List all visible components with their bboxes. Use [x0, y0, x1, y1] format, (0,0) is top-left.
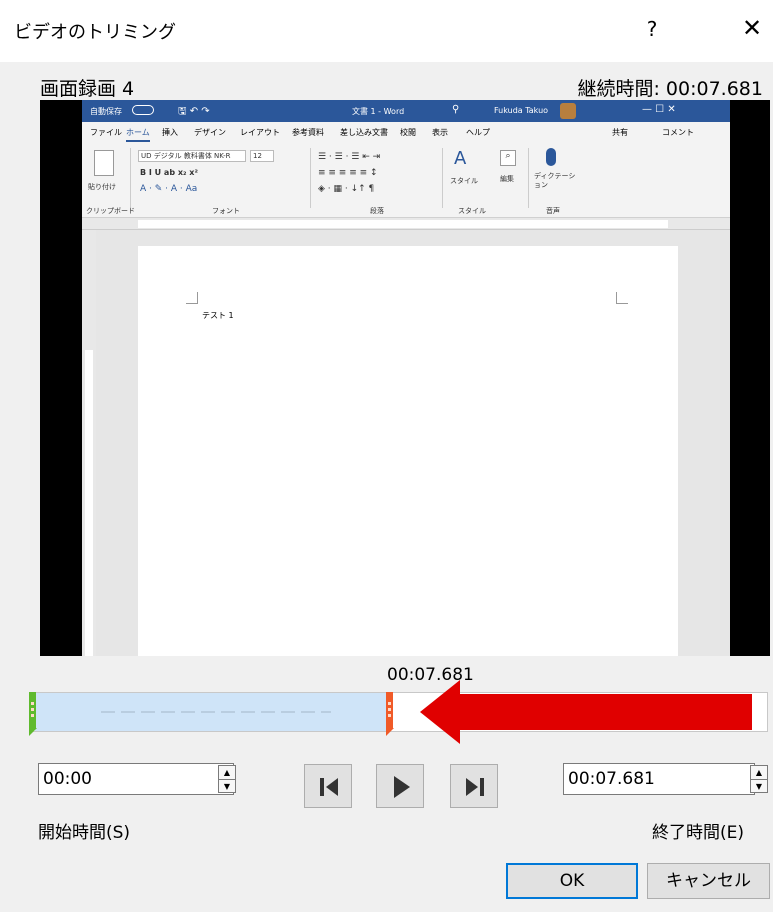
margin-corner	[186, 292, 198, 304]
word-titlebar: 自動保存 🖫 ↶ ↷ 文書 1 - Word ⚲ Fukuda Takuo — …	[82, 100, 730, 122]
dialog-titlebar: ビデオのトリミング ? ✕	[0, 0, 773, 62]
spin-up-icon[interactable]: ▲	[219, 766, 235, 779]
dialog-title: ビデオのトリミング	[14, 22, 176, 43]
cancel-button[interactable]: キャンセル	[647, 863, 770, 899]
end-trim-handle[interactable]	[386, 692, 396, 736]
start-time-label: 開始時間(S)	[38, 823, 131, 843]
autosave-toggle	[132, 105, 154, 115]
word-ruler-area	[138, 220, 668, 228]
paste-icon	[94, 150, 114, 176]
word-tab: ファイル	[90, 128, 122, 137]
word-tab: 表示	[432, 128, 448, 137]
word-window-icons: — ☐ ✕	[642, 104, 676, 115]
word-paragraph-icons: ☰ · ☰ · ☰ ⇤ ⇥	[318, 152, 381, 162]
word-vertical-ruler-area	[85, 350, 93, 656]
start-time-spinner[interactable]: ▲ ▼	[218, 765, 236, 793]
word-autosave: 自動保存	[90, 107, 122, 116]
play-icon	[394, 776, 410, 798]
close-icon[interactable]: ✕	[738, 14, 766, 42]
end-time-field[interactable]: 00:07.681	[563, 763, 755, 795]
word-group-label: フォント	[212, 207, 240, 215]
word-style-icon: A	[454, 148, 467, 169]
end-time-label: 終了時間(E)	[652, 823, 745, 843]
word-ribbon: 貼り付け UD デジタル 教科書体 NK-R 12 B I U ab x₂ x²…	[82, 142, 730, 218]
word-page: テスト 1	[138, 246, 678, 656]
word-align-icons: ≡ ≡ ≡ ≡ ≡ ↕	[318, 168, 378, 178]
word-avatar	[560, 103, 576, 119]
word-comment: コメント	[662, 128, 694, 137]
video-name: 画面録画 4	[40, 78, 135, 100]
word-font-color-icons: A · ✎ · A · Aa	[140, 184, 198, 194]
previous-frame-button[interactable]	[304, 764, 352, 808]
word-font-buttons: B I U ab x₂ x²	[140, 168, 198, 177]
word-tab: 校閲	[400, 128, 416, 137]
word-group-label: クリップボード	[86, 207, 135, 215]
start-time-field[interactable]: 00:00	[38, 763, 234, 795]
word-vertical-ruler	[82, 230, 96, 656]
duration-label: 継続時間: 00:07.681	[577, 78, 763, 100]
word-font-size: 12	[250, 150, 274, 162]
word-tab: 挿入	[162, 128, 178, 137]
word-font-name: UD デジタル 教科書体 NK-R	[138, 150, 246, 162]
ok-button[interactable]: OK	[506, 863, 638, 899]
word-group-label: 段落	[370, 207, 384, 215]
ribbon-separator	[310, 148, 311, 208]
word-search-icon: ⚲	[452, 104, 460, 115]
word-paste-label: 貼り付け	[88, 183, 116, 191]
help-button[interactable]: ?	[640, 17, 664, 41]
margin-corner	[616, 292, 628, 304]
word-edit-label: 編集	[500, 175, 514, 183]
word-shading-icons: ◈ · ▦ · ↓↑ ¶	[318, 184, 375, 194]
word-tab: ヘルプ	[466, 128, 490, 137]
play-button[interactable]	[376, 764, 424, 808]
word-screenshot: 自動保存 🖫 ↶ ↷ 文書 1 - Word ⚲ Fukuda Takuo — …	[82, 100, 730, 656]
word-tab: ホーム	[126, 127, 150, 142]
spin-down-icon[interactable]: ▼	[751, 779, 767, 792]
word-tab: 差し込み文書	[340, 128, 388, 137]
end-time-spinner[interactable]: ▲ ▼	[750, 765, 768, 793]
word-doc-title: 文書 1 - Word	[352, 107, 405, 116]
ribbon-separator	[442, 148, 443, 208]
spin-down-icon[interactable]: ▼	[219, 779, 235, 792]
spin-up-icon[interactable]: ▲	[751, 766, 767, 779]
start-time-value: 00:00	[43, 769, 92, 789]
start-trim-handle[interactable]	[29, 692, 39, 736]
word-dictate-label: ディクテーション	[534, 172, 576, 189]
end-time-value: 00:07.681	[568, 769, 655, 789]
word-mic-icon	[546, 148, 556, 166]
word-style-label: スタイル	[450, 177, 478, 185]
red-arrow-icon	[420, 680, 752, 744]
word-tab: デザイン	[194, 128, 226, 137]
word-user: Fukuda Takuo	[494, 106, 549, 115]
next-frame-icon	[466, 778, 484, 796]
word-ruler	[82, 218, 730, 230]
audio-waveform	[101, 711, 331, 713]
word-group-label: スタイル	[458, 207, 486, 215]
word-find-icon: ⌕	[500, 150, 516, 166]
word-qat-icons: 🖫 ↶ ↷	[178, 106, 210, 117]
ribbon-separator	[528, 148, 529, 208]
word-share: 共有	[612, 128, 628, 137]
video-preview[interactable]: 自動保存 🖫 ↶ ↷ 文書 1 - Word ⚲ Fukuda Takuo — …	[40, 100, 770, 656]
word-body-text: テスト 1	[202, 311, 234, 320]
ribbon-separator	[130, 148, 131, 208]
word-ribbon-tabs: ファイル ホーム 挿入 デザイン レイアウト 参考資料 差し込み文書 校閲 表示…	[82, 122, 730, 142]
previous-frame-icon	[320, 778, 338, 796]
word-tab: レイアウト	[240, 128, 280, 137]
word-group-label: 音声	[546, 207, 560, 215]
word-tab: 参考資料	[292, 128, 324, 137]
next-frame-button[interactable]	[450, 764, 498, 808]
